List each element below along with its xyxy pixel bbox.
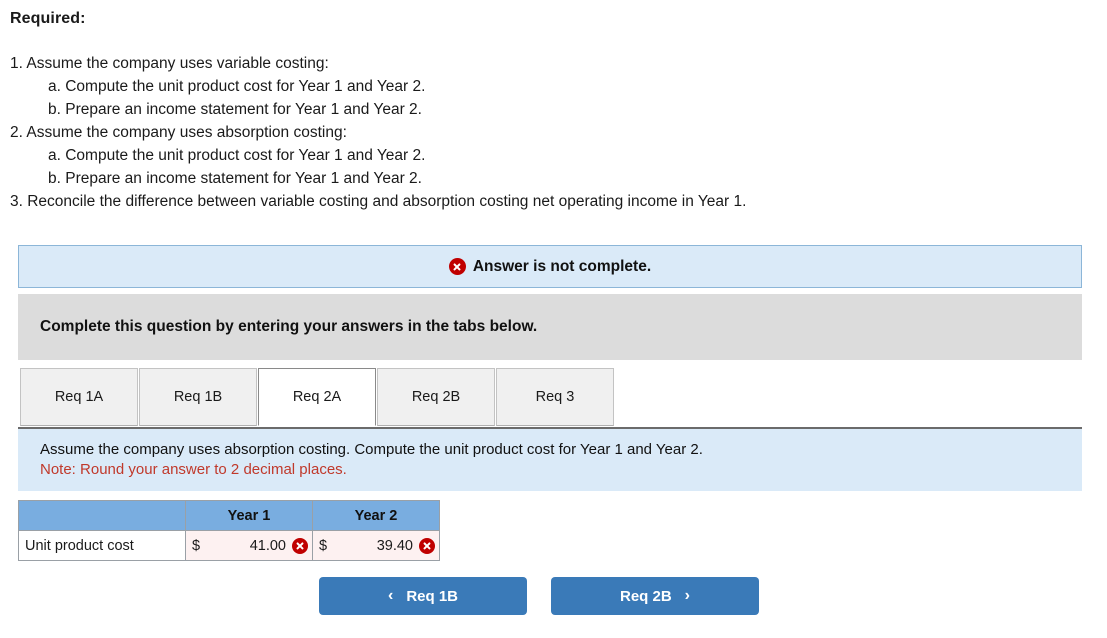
requirements-list: 1. Assume the company uses variable cost…	[10, 52, 746, 213]
tab-instruction-text: Assume the company uses absorption costi…	[40, 441, 703, 458]
requirement-item: 1. Assume the company uses variable cost…	[10, 55, 329, 72]
answer-cell-year-1[interactable]: $ 41.00	[185, 530, 313, 561]
question-page: Required: 1. Assume the company uses var…	[0, 0, 1107, 638]
table-header-row: Year 1 Year 2	[18, 500, 440, 531]
tab-label: Req 3	[535, 389, 575, 405]
currency-symbol: $	[319, 537, 328, 554]
error-x-circle-icon	[448, 258, 466, 275]
next-requirement-button[interactable]: Req 2B ›	[551, 577, 759, 615]
tab-req-2b[interactable]: Req 2B	[377, 368, 495, 426]
answer-cell-year-2[interactable]: $ 39.40	[312, 530, 440, 561]
tab-label: Req 2B	[411, 389, 461, 405]
requirement-item: b. Prepare an income statement for Year …	[48, 170, 422, 187]
chevron-right-icon: ›	[684, 587, 690, 604]
tab-label: Req 2A	[292, 389, 342, 405]
table-row: Unit product cost $ 41.00 $ 39.40	[18, 530, 440, 561]
instruction-bar: Complete this question by entering your …	[18, 294, 1082, 360]
chevron-left-icon: ‹	[387, 587, 394, 604]
tab-req-3[interactable]: Req 3	[496, 368, 614, 426]
currency-symbol: $	[192, 537, 201, 554]
tab-label: Req 1A	[54, 389, 104, 405]
prev-button-label: Req 1B	[406, 587, 458, 605]
answer-table: Year 1 Year 2 Unit product cost $ 41.00 …	[18, 500, 440, 561]
requirement-item: 3. Reconcile the difference between vari…	[10, 193, 747, 210]
tab-req-1b[interactable]: Req 1B	[139, 368, 257, 426]
tab-instruction-note: Note: Round your answer to 2 decimal pla…	[40, 461, 347, 478]
column-header-year-2: Year 2	[312, 500, 440, 531]
requirement-item: a. Compute the unit product cost for Yea…	[48, 78, 426, 95]
tab-req-1a[interactable]: Req 1A	[20, 368, 138, 426]
tab-instruction-panel: Assume the company uses absorption costi…	[18, 427, 1082, 491]
table-corner-cell	[18, 500, 186, 531]
row-label-unit-product-cost: Unit product cost	[18, 530, 186, 561]
tab-label: Req 1B	[173, 389, 223, 405]
answer-value-year-1[interactable]: 41.00	[200, 538, 292, 554]
prev-requirement-button[interactable]: ‹ Req 1B	[319, 577, 527, 615]
next-button-label: Req 2B	[619, 587, 672, 605]
answer-value-year-2[interactable]: 39.40	[327, 538, 419, 554]
requirement-tabs: Req 1A Req 1B Req 2A Req 2B Req 3	[20, 368, 615, 426]
error-x-circle-icon	[292, 537, 308, 554]
error-x-circle-icon	[419, 537, 435, 554]
instruction-bar-text: Complete this question by entering your …	[40, 318, 538, 335]
status-banner-text: Answer is not complete.	[472, 257, 652, 275]
requirement-item: b. Prepare an income statement for Year …	[48, 101, 422, 118]
page-title: Required:	[10, 10, 86, 27]
requirement-item: 2. Assume the company uses absorption co…	[10, 124, 347, 141]
status-banner: Answer is not complete.	[18, 245, 1082, 288]
tab-req-2a[interactable]: Req 2A	[258, 368, 376, 426]
requirement-item: a. Compute the unit product cost for Yea…	[48, 147, 426, 164]
column-header-year-1: Year 1	[185, 500, 313, 531]
